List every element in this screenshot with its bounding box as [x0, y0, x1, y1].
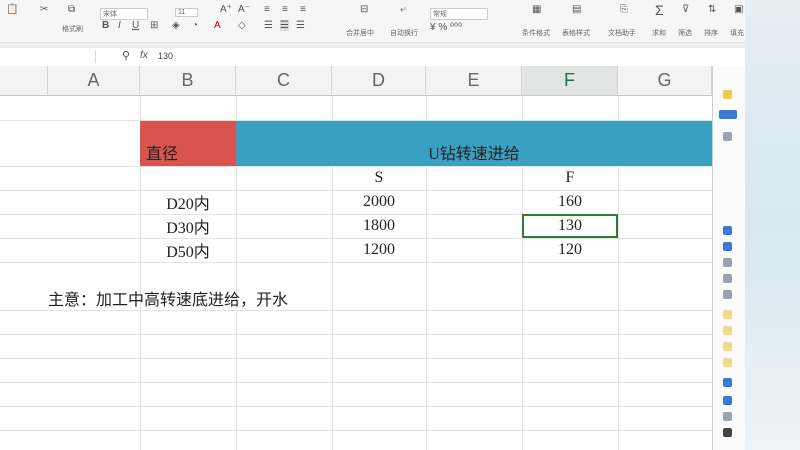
underline-icon[interactable]: U: [132, 20, 139, 31]
align-center-icon[interactable]: ☰: [280, 20, 289, 31]
grid-line: [0, 262, 712, 263]
fill-icon[interactable]: ▣: [734, 4, 743, 15]
speed-cell[interactable]: 1200: [332, 238, 426, 262]
f-header-cell[interactable]: F: [522, 166, 618, 190]
table-style-button[interactable]: 表格样式: [562, 28, 590, 38]
grid-line: [0, 334, 712, 335]
doc-assist-button[interactable]: 文档助手: [608, 28, 636, 38]
grid-line: [0, 406, 712, 407]
auto-wrap-button[interactable]: 自动换行: [390, 28, 418, 38]
wrap-icon[interactable]: ⤶: [400, 4, 406, 15]
copy-icon[interactable]: ⧉: [68, 4, 75, 15]
folder-icon[interactable]: [723, 342, 732, 351]
italic-icon[interactable]: I: [118, 20, 121, 31]
clear-icon[interactable]: ◇: [238, 20, 246, 31]
column-header-f[interactable]: F: [522, 66, 618, 96]
settings-icon[interactable]: [723, 412, 732, 421]
folder-icon[interactable]: [723, 326, 732, 335]
folder-icon[interactable]: [723, 90, 732, 99]
active-feed-cell[interactable]: 130: [522, 214, 618, 238]
diameter-cell[interactable]: D50内: [140, 238, 236, 262]
ribbon-toolbar: 📋 ✂ ⧉ 格式刷 宋体 11 A⁺ A⁻ B I U ⊞ ◈ ◔ A ◇ ≡ …: [0, 0, 800, 43]
corner-cell[interactable]: [0, 66, 48, 96]
pin-icon[interactable]: [723, 132, 732, 141]
sum-button[interactable]: 求和: [652, 28, 666, 38]
currency-icon[interactable]: ¥ % ⁰⁰⁰: [430, 22, 462, 33]
border-icon[interactable]: ⊞: [150, 20, 158, 31]
sort-button[interactable]: 排序: [704, 28, 718, 38]
column-header-e[interactable]: E: [426, 66, 522, 96]
doc-icon[interactable]: [723, 290, 732, 299]
name-box[interactable]: [0, 50, 96, 63]
note-text[interactable]: 主意：加工中高转速底进给，开水: [48, 286, 288, 310]
format-painter-button[interactable]: 格式刷: [62, 24, 83, 34]
speed-cell[interactable]: 2000: [332, 190, 426, 214]
doc-icon[interactable]: [723, 258, 732, 267]
table-style-icon[interactable]: ▤: [572, 4, 581, 15]
bold-icon[interactable]: B: [102, 20, 109, 31]
filter-button[interactable]: 筛选: [678, 28, 692, 38]
text-color-icon[interactable]: A: [214, 20, 221, 31]
fill-button[interactable]: 填充: [730, 28, 744, 38]
side-task-pane: [712, 66, 746, 450]
cut-icon[interactable]: ✂: [40, 4, 48, 15]
conditional-format-icon[interactable]: ▦: [532, 4, 541, 15]
align-bottom-icon[interactable]: ≡: [300, 4, 306, 15]
monitor-icon[interactable]: [723, 396, 732, 405]
diameter-cell[interactable]: D20内: [140, 190, 236, 214]
font-size-select[interactable]: 11: [175, 8, 199, 17]
grid-line: [0, 358, 712, 359]
device-icon[interactable]: [723, 428, 732, 437]
align-left-icon[interactable]: ☰: [264, 20, 273, 31]
filter-icon[interactable]: ⊽: [682, 4, 689, 15]
doc-assist-icon[interactable]: ⎘: [620, 4, 628, 15]
sort-icon[interactable]: ⇅: [708, 4, 716, 15]
align-right-icon[interactable]: ☰: [296, 20, 305, 31]
desktop-background: [745, 0, 800, 450]
s-header-cell[interactable]: S: [332, 166, 426, 190]
conditional-format-button[interactable]: 条件格式: [522, 28, 550, 38]
paste-icon[interactable]: 📋: [6, 4, 18, 15]
spreadsheet-grid[interactable]: A B C D E F G 直径 U钻转速进给 S F D20内 2000 16…: [0, 66, 712, 450]
column-header-a[interactable]: A: [48, 66, 140, 96]
grid-line: [0, 430, 712, 431]
doc-icon[interactable]: [723, 274, 732, 283]
folder-icon[interactable]: [723, 358, 732, 367]
feed-cell[interactable]: 160: [522, 190, 618, 214]
number-format-select[interactable]: 常规: [430, 8, 488, 20]
diameter-header-cell[interactable]: 直径: [140, 121, 236, 166]
download-icon[interactable]: [723, 242, 732, 251]
merge-icon[interactable]: ⊟: [360, 4, 368, 15]
font-color-icon[interactable]: ◔: [192, 20, 198, 31]
tab-icon[interactable]: [719, 110, 737, 119]
column-header-g[interactable]: G: [618, 66, 712, 96]
tool-icon[interactable]: [723, 226, 732, 235]
grid-line: [0, 310, 712, 311]
feed-cell[interactable]: 120: [522, 238, 618, 262]
increase-font-icon[interactable]: A⁺: [220, 4, 232, 15]
font-name-select[interactable]: 宋体: [100, 8, 148, 20]
zoom-icon[interactable]: ⚲: [122, 49, 130, 62]
diameter-cell[interactable]: D30内: [140, 214, 236, 238]
formula-input[interactable]: 130: [158, 51, 173, 61]
align-top-icon[interactable]: ≡: [264, 4, 270, 15]
folder-icon[interactable]: [723, 310, 732, 319]
merge-center-button[interactable]: 合并居中: [346, 28, 374, 38]
grid-line: [0, 382, 712, 383]
align-middle-icon[interactable]: ≡: [282, 4, 288, 15]
column-header-d[interactable]: D: [332, 66, 426, 96]
cloud-icon[interactable]: [723, 378, 732, 387]
column-header-b[interactable]: B: [140, 66, 236, 96]
fx-icon[interactable]: fx: [140, 50, 148, 61]
formula-bar: ⚲ fx 130: [0, 48, 745, 67]
decrease-font-icon[interactable]: A⁻: [238, 4, 250, 15]
fill-color-icon[interactable]: ◈: [172, 20, 180, 31]
sum-icon[interactable]: Σ: [655, 2, 664, 18]
column-header-c[interactable]: C: [236, 66, 332, 96]
u-drill-header-cell[interactable]: U钻转速进给: [236, 121, 712, 166]
speed-cell[interactable]: 1800: [332, 214, 426, 238]
